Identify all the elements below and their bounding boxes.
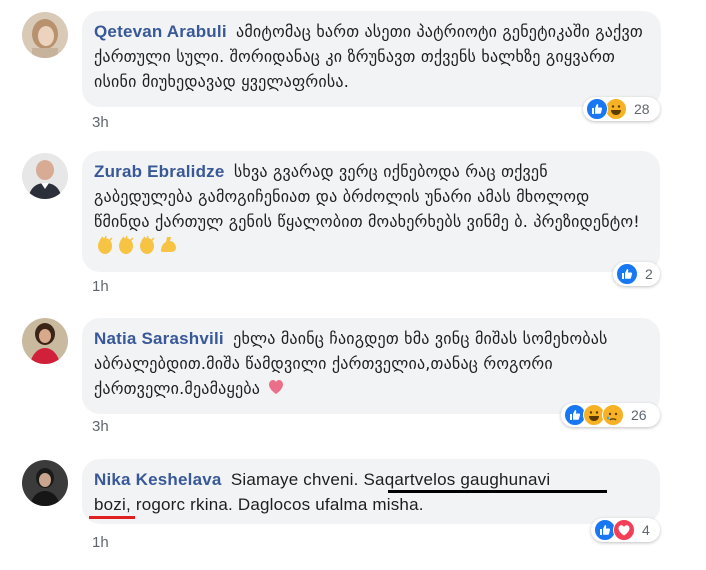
comment-bubble: Qetevan Arabuli ამიტომაც ხართ ასეთი პატრ…	[82, 11, 661, 107]
comment-timestamp[interactable]: 3h	[92, 114, 109, 131]
clap-emoji-icon	[116, 235, 136, 255]
comment-bubble: Zurab Ebralidze სხვა გვარად ვერც იქნებოდ…	[82, 151, 660, 272]
comment-timestamp[interactable]: 1h	[92, 534, 109, 551]
comment-bubble: Natia Sarashvili ეხლა მაინც ჩაიგდეთ ხმა …	[82, 318, 660, 414]
comment-text: , rogorc rkina. Daglocos ufalma misha.	[126, 495, 424, 514]
comment-text-highlight-red: bozi	[94, 495, 126, 514]
reactions-summary[interactable]: 2	[613, 262, 660, 286]
avatar[interactable]	[22, 318, 68, 364]
comment-text: Siamaye chveni.	[230, 470, 364, 489]
reactions-summary[interactable]: 28	[583, 97, 660, 121]
love-icon	[613, 519, 635, 541]
reaction-count[interactable]: 28	[634, 101, 650, 117]
like-icon	[586, 98, 608, 120]
reactions-summary[interactable]: 26	[561, 403, 660, 427]
comment-author[interactable]: Natia Sarashvili	[94, 329, 224, 348]
flexed-biceps-emoji-icon	[158, 235, 178, 255]
comment-author[interactable]: Zurab Ebralidze	[94, 162, 225, 181]
pink-heart-emoji-icon	[266, 377, 286, 397]
avatar[interactable]	[22, 153, 68, 199]
annotation-underline-black	[388, 490, 607, 493]
comment-text-highlight: Saqartvelos gaughunavi	[363, 470, 551, 489]
reaction-count[interactable]: 26	[631, 407, 647, 423]
comment-timestamp[interactable]: 1h	[92, 278, 109, 295]
reaction-count[interactable]: 2	[645, 266, 653, 282]
avatar[interactable]	[22, 12, 68, 58]
like-icon	[616, 263, 638, 285]
haha-icon	[605, 98, 627, 120]
comment-author[interactable]: Qetevan Arabuli	[94, 22, 227, 41]
clap-emoji-icon	[95, 235, 115, 255]
reactions-summary[interactable]: 4	[591, 518, 660, 542]
reaction-count[interactable]: 4	[642, 522, 650, 538]
comment-timestamp[interactable]: 3h	[92, 418, 109, 435]
avatar[interactable]	[22, 460, 68, 506]
sad-icon	[602, 404, 624, 426]
annotation-underline-red	[89, 516, 135, 519]
clap-emoji-icon	[137, 235, 157, 255]
comment-author[interactable]: Nika Keshelava	[94, 470, 222, 489]
